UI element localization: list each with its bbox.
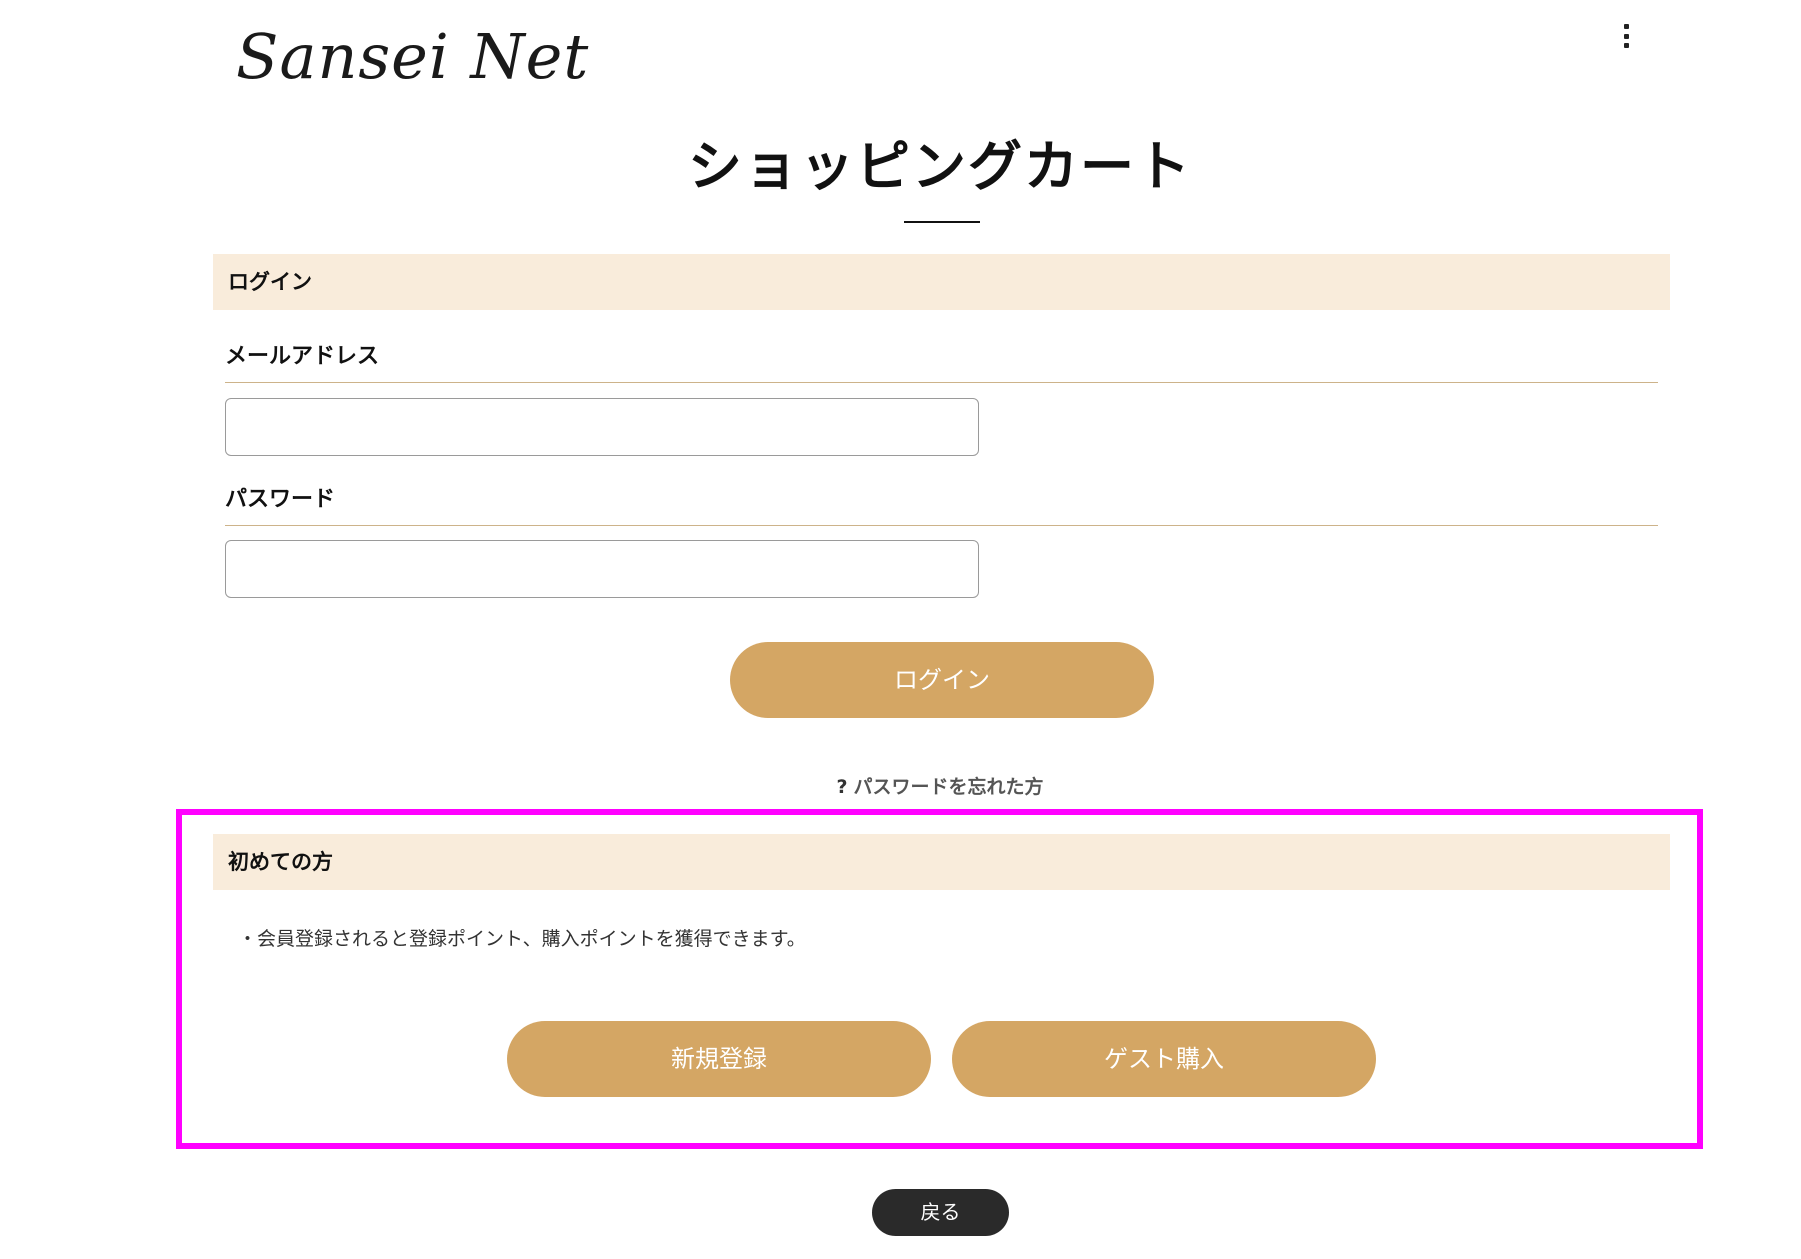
menu-dot <box>1623 43 1629 48</box>
register-button[interactable]: 新規登録 <box>507 1021 931 1097</box>
guest-purchase-button[interactable]: ゲスト購入 <box>952 1021 1376 1097</box>
password-label: パスワード <box>225 481 1658 526</box>
forgot-password-link[interactable]: ? パスワードを忘れた方 <box>0 772 1801 799</box>
page-title: ショッピングカート <box>688 134 1192 198</box>
site-logo[interactable]: Sansei Net <box>236 12 589 102</box>
back-button[interactable]: 戻る <box>872 1189 1009 1236</box>
question-icon: ? <box>836 776 848 798</box>
kebab-menu-icon[interactable] <box>1620 24 1632 48</box>
email-label: メールアドレス <box>225 338 1658 383</box>
forgot-password-label: パスワードを忘れた方 <box>853 776 1044 798</box>
menu-dot <box>1623 33 1629 39</box>
title-divider <box>904 221 980 223</box>
login-button[interactable]: ログイン <box>730 642 1154 718</box>
login-section-heading: ログイン <box>213 254 1670 310</box>
password-field[interactable] <box>225 540 979 598</box>
menu-dot <box>1623 24 1629 29</box>
email-field[interactable] <box>225 398 979 456</box>
new-customer-section-heading: 初めての方 <box>213 834 1670 890</box>
member-benefit-text: ・会員登録されると登録ポイント、購入ポイントを獲得できます。 <box>238 928 806 950</box>
shopping-cart-page: Sansei Net ショッピングカート ログイン メールアドレス パスワード … <box>0 0 1801 1259</box>
